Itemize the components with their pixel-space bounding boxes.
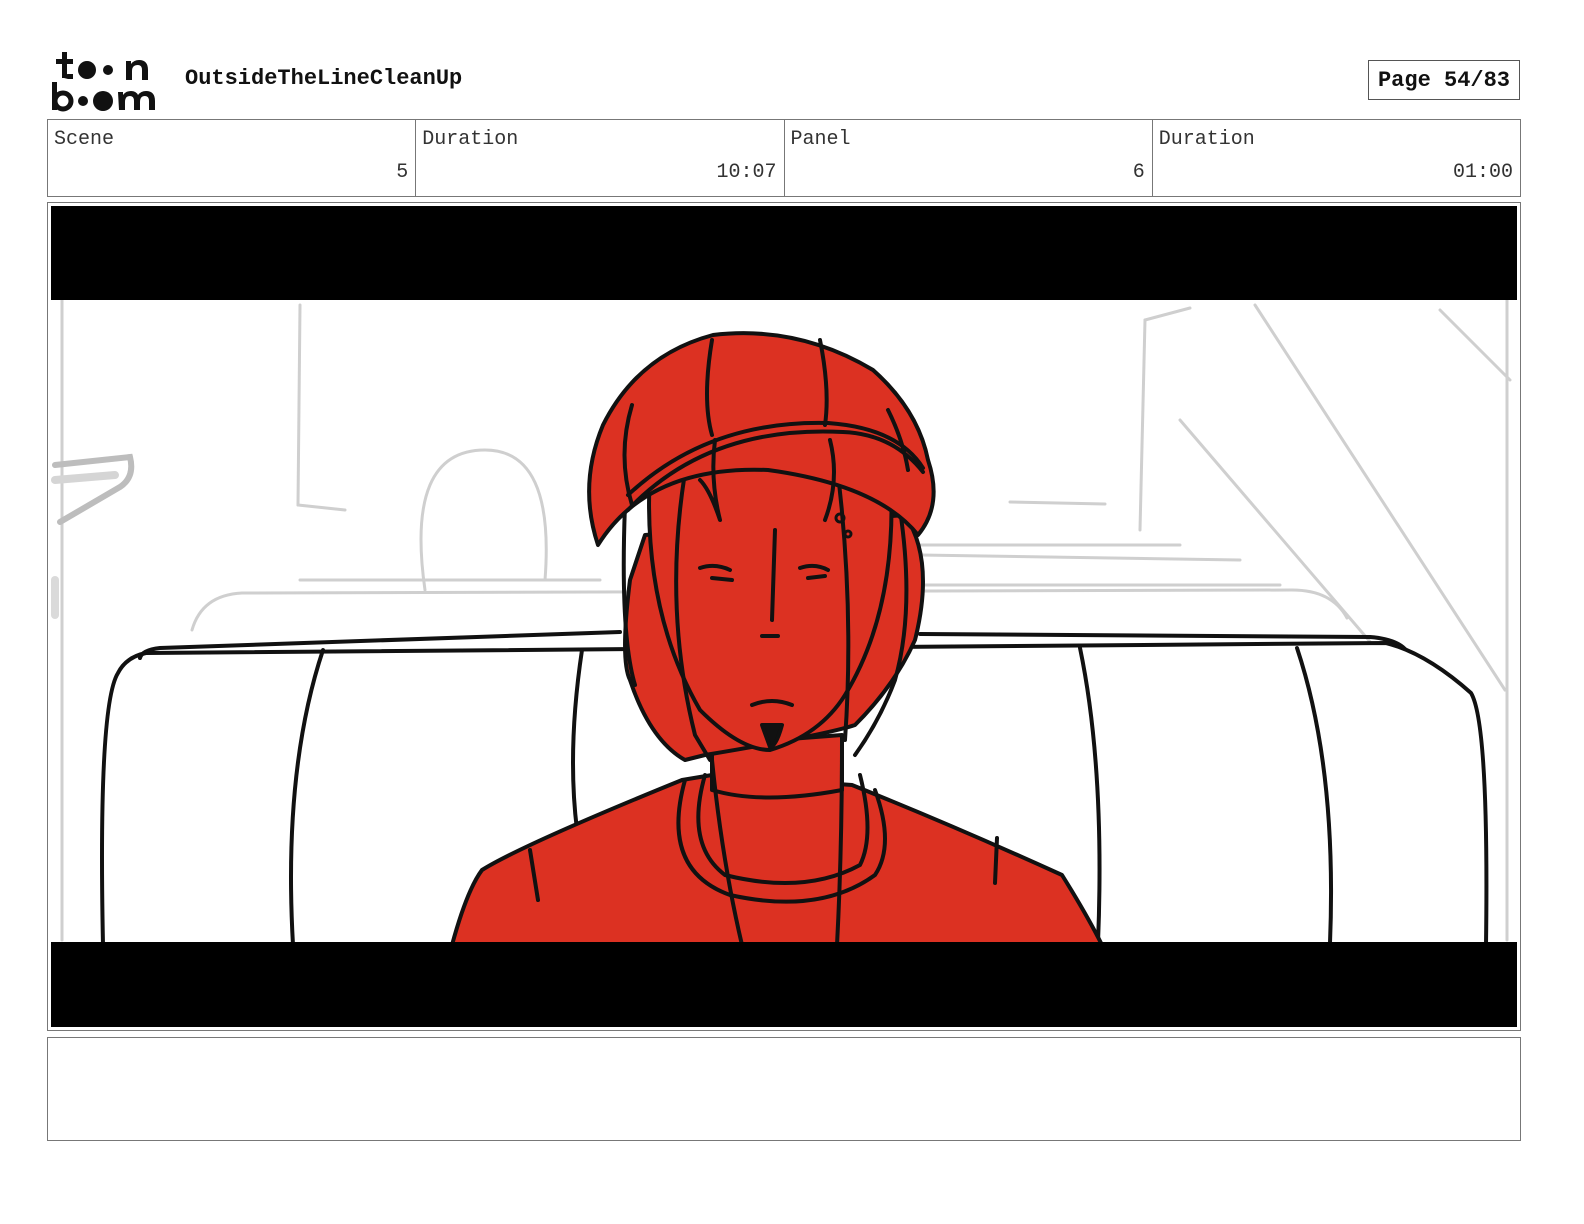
panel-duration-value: 01:00 — [1452, 161, 1513, 184]
scene-label: Scene — [54, 128, 115, 151]
scene-duration-value: 10:07 — [716, 161, 777, 184]
project-title: OutsideTheLineCleanUp — [185, 66, 463, 91]
page-number-label: Page 54/83 — [1377, 67, 1511, 93]
scene-duration-cell: Duration 10:07 — [416, 120, 785, 196]
panel-duration-label: Duration — [1158, 128, 1255, 151]
scene-cell: Scene 5 — [48, 120, 417, 196]
scene-duration-label: Duration — [422, 128, 519, 151]
scene-info-table: Scene 5 Duration 10:07 Panel 6 Duration … — [47, 119, 1521, 197]
panel-value: 6 — [1132, 161, 1145, 184]
page-number-box: Page 54/83 — [1368, 60, 1520, 100]
storyboard-panel-image — [51, 206, 1517, 1027]
scene-value: 5 — [396, 161, 409, 184]
letterbox-top — [51, 206, 1517, 300]
letterbox-bottom — [51, 942, 1517, 1027]
panel-label: Panel — [790, 128, 851, 151]
panel-notes-box — [47, 1037, 1521, 1141]
panel-duration-cell: Duration 01:00 — [1153, 120, 1520, 196]
panel-cell: Panel 6 — [785, 120, 1153, 196]
toon-boom-logo — [52, 52, 155, 112]
